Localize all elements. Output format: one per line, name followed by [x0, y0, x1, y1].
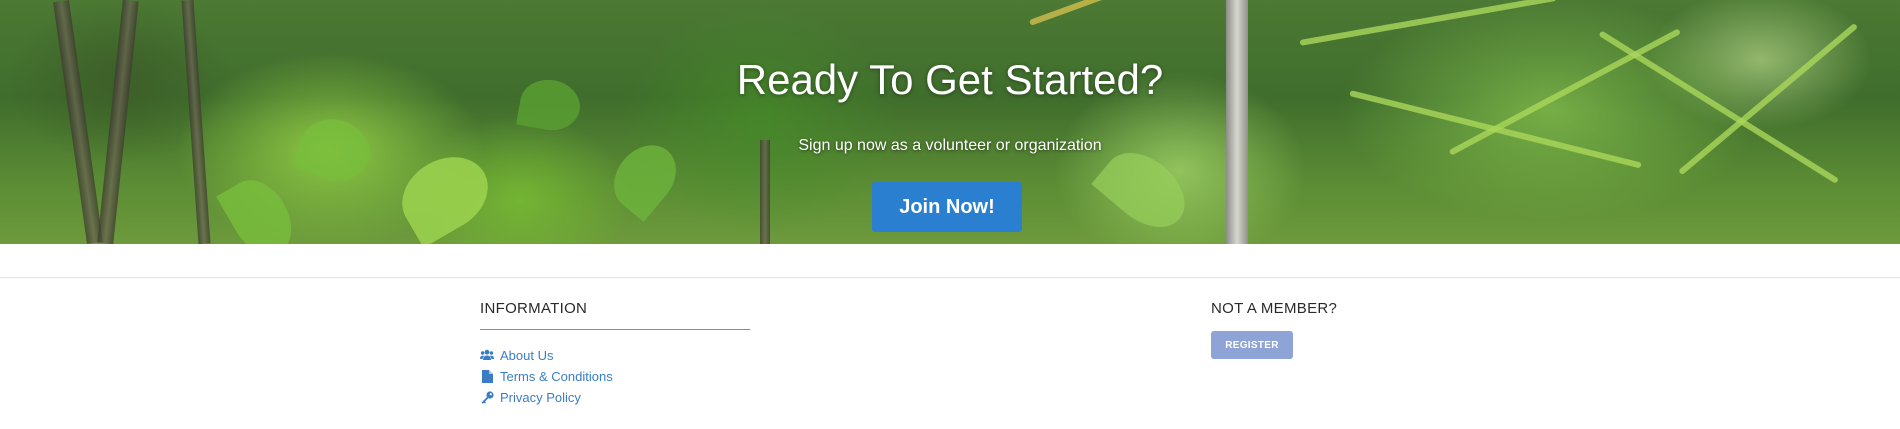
footer-divider: [0, 277, 1900, 278]
footer-link-terms[interactable]: Terms & Conditions: [480, 366, 750, 386]
heading-underline: [480, 329, 750, 330]
information-links: About Us Terms & Conditions Privacy Poli…: [480, 345, 750, 407]
membership-section: NOT A MEMBER? REGISTER: [1211, 300, 1411, 359]
users-icon: [480, 348, 494, 362]
footer-link-label: About Us: [500, 347, 554, 363]
key-icon: [480, 390, 494, 404]
document-icon: [480, 369, 494, 383]
hero-banner: Ready To Get Started? Sign up now as a v…: [0, 0, 1900, 244]
not-a-member-heading: NOT A MEMBER?: [1211, 300, 1338, 317]
footer-link-label: Terms & Conditions: [500, 368, 613, 384]
footer-link-about-us[interactable]: About Us: [480, 345, 750, 365]
register-button[interactable]: REGISTER: [1211, 331, 1293, 359]
information-heading: INFORMATION: [480, 300, 588, 317]
hero-subtitle: Sign up now as a volunteer or organizati…: [798, 137, 1102, 154]
footer: INFORMATION About Us Terms & Conditions …: [0, 244, 1900, 429]
hero-title: Ready To Get Started?: [736, 56, 1164, 103]
information-section: INFORMATION About Us Terms & Conditions …: [480, 300, 750, 408]
join-now-button[interactable]: Join Now!: [872, 182, 1022, 232]
hero-content: Ready To Get Started? Sign up now as a v…: [0, 0, 1900, 244]
footer-link-label: Privacy Policy: [500, 389, 581, 405]
footer-link-privacy[interactable]: Privacy Policy: [480, 387, 750, 407]
